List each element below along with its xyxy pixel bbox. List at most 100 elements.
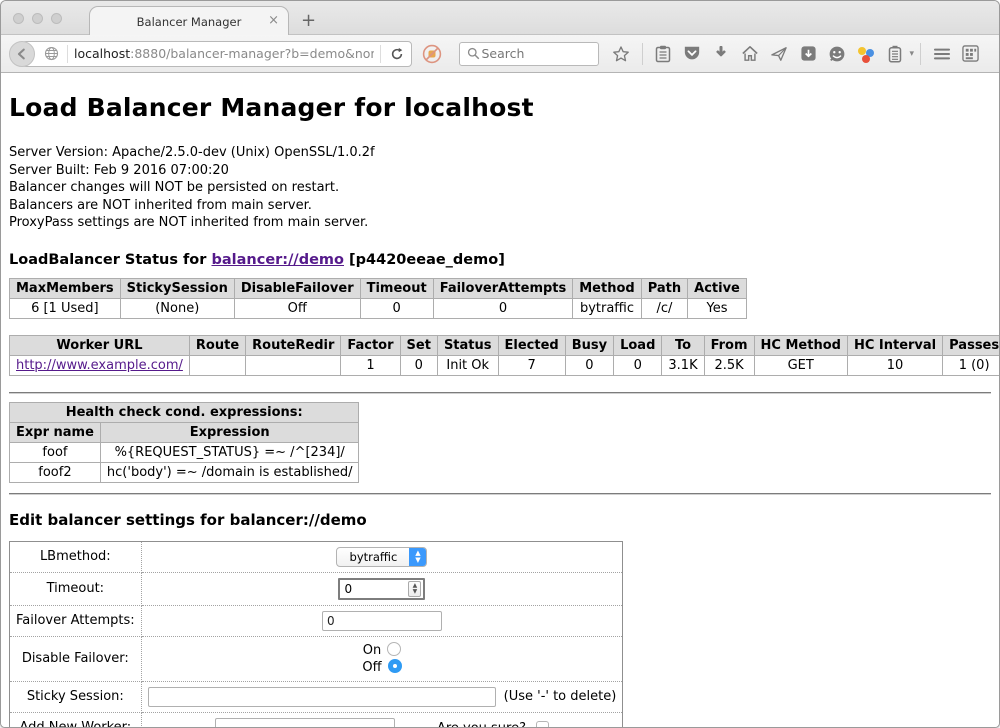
adblock-icon[interactable] <box>422 44 442 64</box>
cell-disablefailover: Off <box>234 298 360 318</box>
back-button[interactable] <box>9 41 35 67</box>
table-header-row: Worker URL Route RouteRedir Factor Set S… <box>10 335 1000 355</box>
column-header: Busy <box>565 335 613 355</box>
url-text[interactable]: localhost:8880/balancer-manager?b=demo&n… <box>74 46 374 61</box>
number-stepper-icon[interactable]: ▲▼ <box>408 581 421 597</box>
column-header: Set <box>400 335 437 355</box>
column-header: Route <box>189 335 245 355</box>
window-zoom-button[interactable] <box>51 13 62 24</box>
toolbar-divider <box>642 43 643 65</box>
table-row: 6 [1 Used] (None) Off 0 0 bytraffic /c/ … <box>10 298 747 318</box>
cell-active: Yes <box>688 298 747 318</box>
column-header: Factor <box>341 335 400 355</box>
globe-icon[interactable] <box>41 44 61 64</box>
table-header-row: Expr name Expression <box>10 422 359 442</box>
column-header: Load <box>614 335 662 355</box>
send-icon[interactable] <box>769 44 789 64</box>
search-bar[interactable] <box>459 42 599 66</box>
column-header: Worker URL <box>10 335 190 355</box>
new-tab-button[interactable]: + <box>301 10 316 31</box>
tab-balancer-manager[interactable]: Balancer Manager × <box>89 6 289 36</box>
caret-down-icon[interactable]: ▾ <box>910 49 915 59</box>
cell-worker-url: http://www.example.com/ <box>10 355 190 375</box>
sticky-session-label: Sticky Session: <box>10 681 142 712</box>
download-icon[interactable] <box>711 44 731 64</box>
search-icon <box>466 44 482 64</box>
edit-settings-heading: Edit balancer settings for balancer://de… <box>9 511 991 529</box>
form-row-timeout: Timeout: ▲▼ <box>10 572 623 605</box>
sticky-session-input[interactable] <box>148 687 496 707</box>
select-arrows-icon: ▲▼ <box>409 547 426 567</box>
cell-expression: hc('body') =~ /domain is established/ <box>100 462 359 482</box>
column-header: Passes <box>943 335 999 355</box>
failover-attempts-label: Failover Attempts: <box>10 605 142 636</box>
add-worker-label: Add New Worker: <box>10 712 142 727</box>
divider <box>9 493 991 495</box>
column-header: StickySession <box>120 278 234 298</box>
server-info: Server Version: Apache/2.5.0-dev (Unix) … <box>9 144 991 232</box>
add-worker-input[interactable] <box>215 718 395 728</box>
window-minimize-button[interactable] <box>32 13 43 24</box>
column-header: MaxMembers <box>10 278 121 298</box>
cell-expr-name: foof2 <box>10 462 101 482</box>
cell-hc-method: GET <box>754 355 847 375</box>
column-header: Status <box>437 335 498 355</box>
battery-icon[interactable] <box>885 44 905 64</box>
column-header: To <box>662 335 704 355</box>
menu-icon[interactable] <box>932 44 952 64</box>
timeout-input[interactable] <box>340 580 408 598</box>
failover-attempts-input[interactable] <box>322 611 442 631</box>
window-close-button[interactable] <box>13 13 24 24</box>
health-table-title: Health check cond. expressions: <box>10 402 359 422</box>
balancer-status-table: MaxMembers StickySession DisableFailover… <box>9 278 747 319</box>
cell-expression: %{REQUEST_STATUS} =~ /^[234]/ <box>100 442 359 462</box>
search-input[interactable] <box>482 46 582 61</box>
cell-elected: 7 <box>498 355 565 375</box>
cell-routeredir <box>246 355 341 375</box>
disable-failover-label: Disable Failover: <box>10 636 142 681</box>
screenshot-icon[interactable] <box>798 44 818 64</box>
server-version-line: Server Version: Apache/2.5.0-dev (Unix) … <box>9 144 991 162</box>
browser-window: Balancer Manager × + localhost:8880/bala… <box>0 0 1000 728</box>
form-row-sticky-session: Sticky Session: (Use '-' to delete) <box>10 681 623 712</box>
column-header: HC Interval <box>847 335 942 355</box>
form-row-add-worker: Add New Worker: Are you sure? <box>10 712 623 727</box>
lbmethod-select[interactable]: bytraffic ▲▼ <box>336 547 427 567</box>
column-header: RouteRedir <box>246 335 341 355</box>
column-header: Active <box>688 278 747 298</box>
worker-table: Worker URL Route RouteRedir Factor Set S… <box>9 335 999 376</box>
cell-set: 0 <box>400 355 437 375</box>
page-title: Load Balancer Manager for localhost <box>9 93 991 122</box>
clipboard-icon[interactable] <box>653 44 673 64</box>
colors-icon[interactable] <box>856 44 876 64</box>
cell-load: 0 <box>614 355 662 375</box>
home-icon[interactable] <box>740 44 760 64</box>
table-row: foof %{REQUEST_STATUS} =~ /^[234]/ <box>10 442 359 462</box>
radio-on[interactable] <box>387 642 401 656</box>
smiley-icon[interactable] <box>827 44 847 64</box>
worker-url-link[interactable]: http://www.example.com/ <box>16 358 183 373</box>
pocket-icon[interactable] <box>682 44 702 64</box>
timeout-label: Timeout: <box>10 572 142 605</box>
table-row: http://www.example.com/ 1 0 Init Ok 7 0 … <box>10 355 1000 375</box>
tab-title: Balancer Manager <box>137 15 242 29</box>
bookmark-star-icon[interactable] <box>611 44 631 64</box>
radio-off[interactable] <box>388 659 402 673</box>
table-header-row: MaxMembers StickySession DisableFailover… <box>10 278 747 298</box>
form-row-disable-failover: Disable Failover: On Off <box>10 636 623 681</box>
column-header: DisableFailover <box>234 278 360 298</box>
reload-icon[interactable] <box>387 44 407 64</box>
timeout-input-wrap: ▲▼ <box>338 578 425 600</box>
column-header: Expression <box>100 422 359 442</box>
cell-route <box>189 355 245 375</box>
balancer-demo-link[interactable]: balancer://demo <box>211 252 344 268</box>
are-you-sure-checkbox[interactable] <box>536 721 549 728</box>
tab-close-icon[interactable]: × <box>268 14 279 27</box>
cell-factor: 1 <box>341 355 400 375</box>
cell-method: bytraffic <box>573 298 641 318</box>
notice-line: Balancer changes will NOT be persisted o… <box>9 179 991 197</box>
grid-icon[interactable] <box>961 44 981 64</box>
column-header: HC Method <box>754 335 847 355</box>
cell-from: 2.5K <box>704 355 754 375</box>
url-bar[interactable]: localhost:8880/balancer-manager?b=demo&n… <box>22 41 412 67</box>
